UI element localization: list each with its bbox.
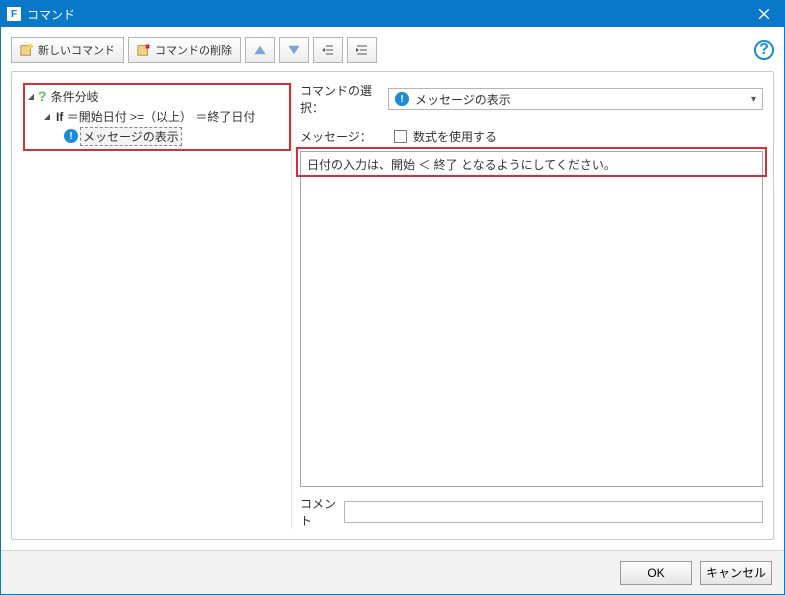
indent-button[interactable]	[347, 37, 377, 63]
move-down-button[interactable]	[279, 37, 309, 63]
tree-root[interactable]: ◢ ? 条件分岐	[24, 86, 289, 106]
command-select-label: コマンドの選択：	[300, 82, 388, 116]
new-command-button[interactable]: 新しいコマンド	[11, 37, 124, 63]
use-formula-checkbox[interactable]	[394, 130, 407, 143]
arrow-down-icon	[287, 43, 301, 57]
cancel-button[interactable]: キャンセル	[700, 561, 772, 585]
command-detail-panel: コマンドの選択： ! メッセージの表示 メッセージ： 数式を使用する	[300, 82, 763, 529]
if-expression: ＝開始日付 >=（以上） ＝終了日付	[67, 110, 256, 124]
message-label: メッセージ：	[300, 128, 388, 145]
delete-command-label: コマンドの削除	[155, 42, 232, 58]
help-button[interactable]: ?	[754, 40, 774, 60]
command-dialog: F コマンド 新しいコマンド コマンドの削除	[0, 0, 785, 595]
comment-label: コメント	[300, 495, 338, 529]
delete-command-button[interactable]: コマンドの削除	[128, 37, 241, 63]
info-icon: !	[64, 129, 78, 143]
new-command-label: 新しいコマンド	[38, 42, 115, 58]
outdent-icon	[321, 43, 335, 57]
command-select-value: メッセージの表示	[415, 91, 511, 108]
dialog-footer: OK キャンセル	[1, 550, 784, 594]
new-command-icon	[20, 43, 34, 57]
ok-button[interactable]: OK	[620, 561, 692, 585]
move-up-button[interactable]	[245, 37, 275, 63]
titlebar: F コマンド	[1, 1, 784, 27]
arrow-up-icon	[253, 43, 267, 57]
use-formula-label: 数式を使用する	[413, 128, 497, 145]
tree-if-node[interactable]: ◢ If ＝開始日付 >=（以上） ＝終了日付	[24, 106, 289, 126]
question-icon: ?	[38, 88, 47, 104]
outdent-button[interactable]	[313, 37, 343, 63]
tree-leaf-label: メッセージの表示	[80, 127, 182, 146]
tree-root-label: 条件分岐	[49, 88, 99, 105]
window-title: コマンド	[27, 6, 744, 23]
command-tree-panel: ◢ ? 条件分岐 ◢ If ＝開始日付 >=（以上） ＝終了日付 ! メッセージ…	[22, 82, 292, 529]
comment-input[interactable]	[344, 501, 763, 523]
delete-command-icon	[137, 43, 151, 57]
info-icon: !	[395, 92, 409, 106]
if-keyword: If	[56, 110, 63, 124]
expand-icon[interactable]: ◢	[42, 112, 52, 121]
app-icon: F	[7, 7, 21, 21]
expand-icon[interactable]: ◢	[26, 92, 36, 101]
indent-icon	[355, 43, 369, 57]
close-button[interactable]	[744, 1, 784, 27]
tree-leaf-node[interactable]: ! メッセージの表示	[24, 126, 289, 146]
toolbar: 新しいコマンド コマンドの削除 ?	[11, 37, 774, 63]
message-textarea[interactable]	[300, 151, 763, 487]
command-select-dropdown[interactable]: ! メッセージの表示	[388, 88, 763, 110]
